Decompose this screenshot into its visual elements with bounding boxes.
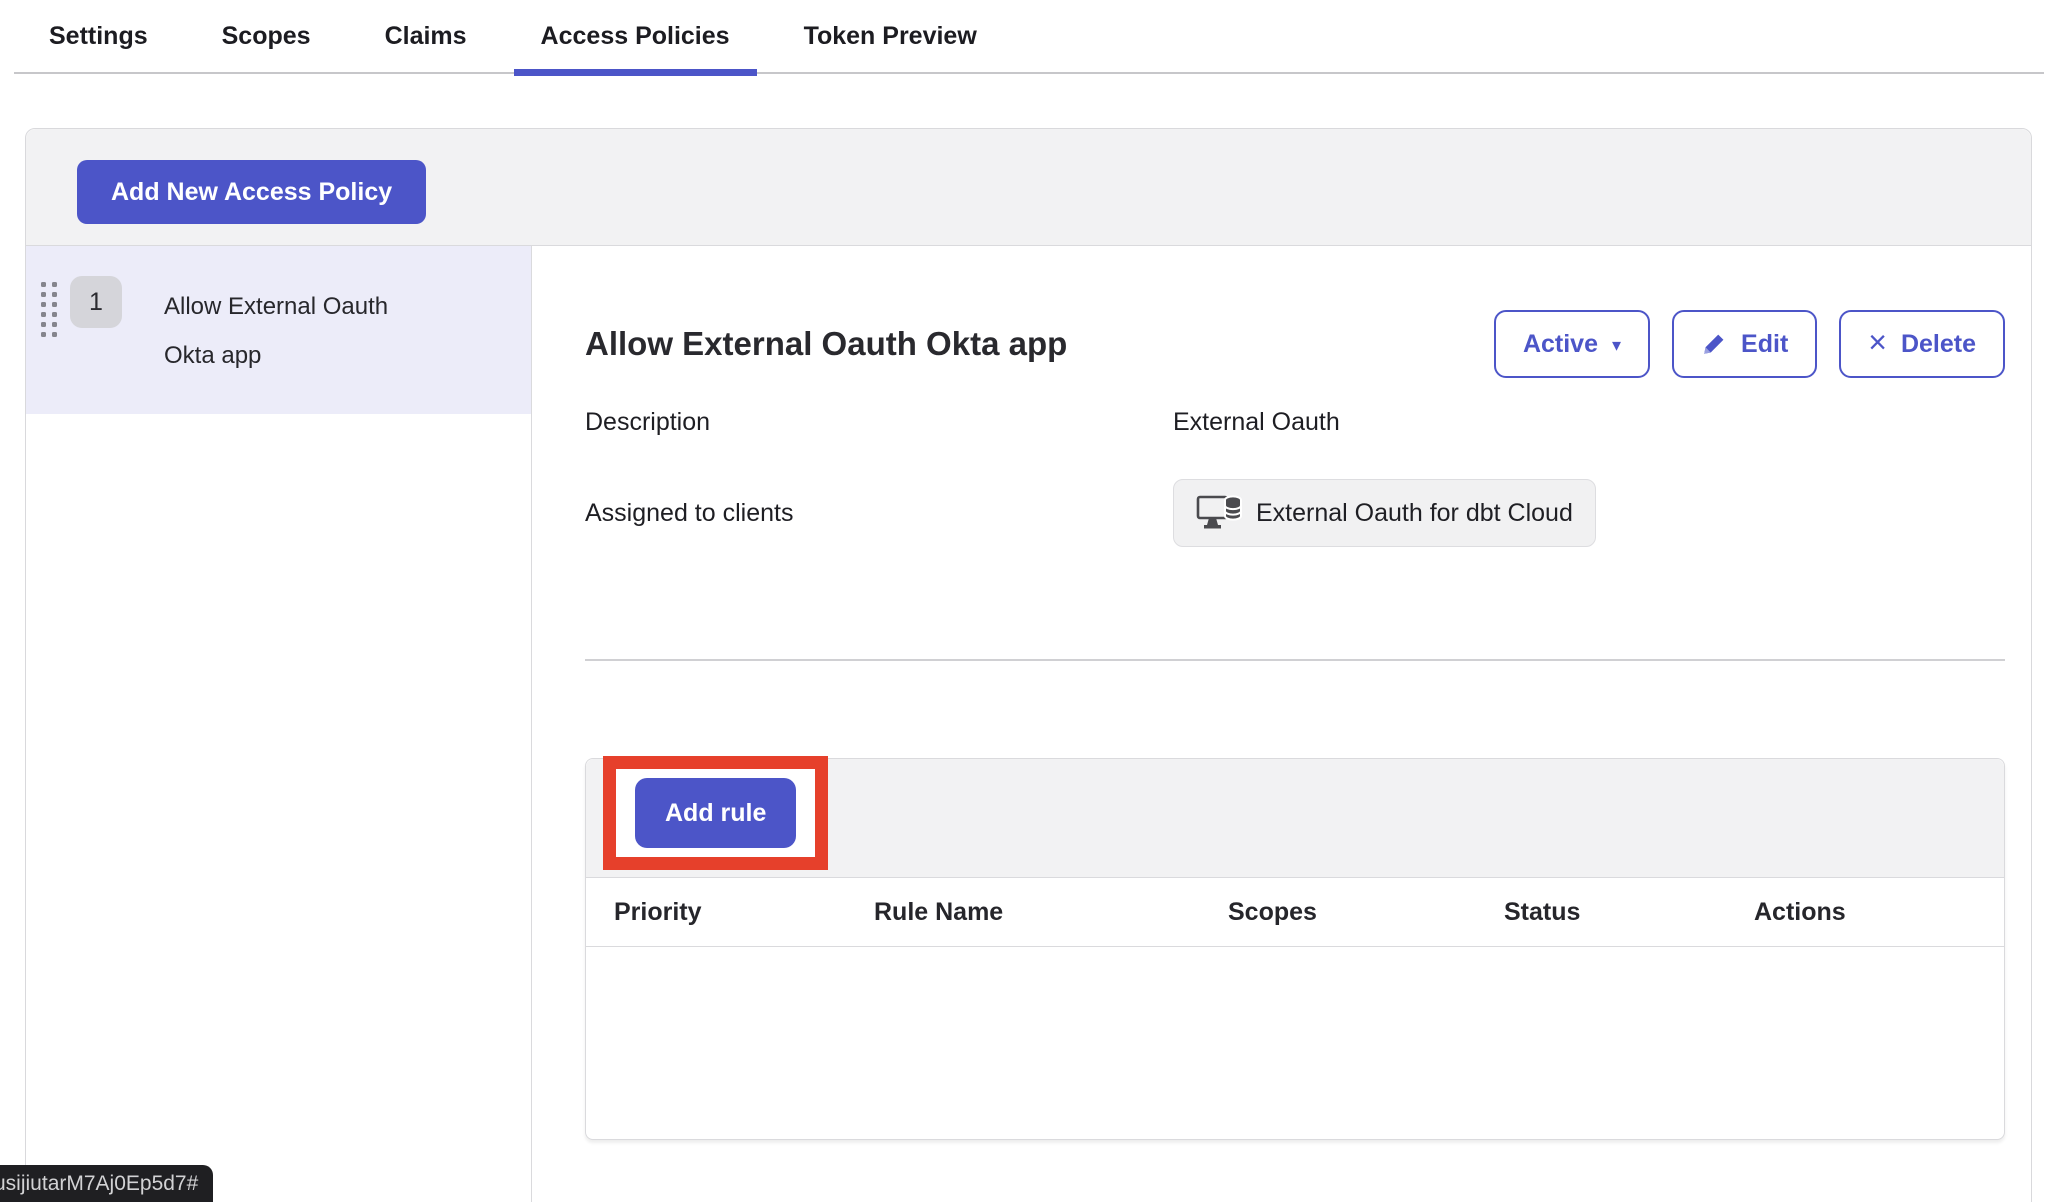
status-dropdown-button[interactable]: Active ▾ (1494, 310, 1650, 378)
drag-handle-icon[interactable] (41, 282, 57, 337)
policies-body: 1 Allow External Oauth Okta app Allow Ex… (26, 246, 2031, 1202)
tab-token-preview[interactable]: Token Preview (777, 0, 1004, 72)
tab-settings[interactable]: Settings (22, 0, 175, 72)
policy-detail-header: Allow External Oauth Okta app Active ▾ E… (585, 310, 2005, 378)
rules-panel: Add rule Priority Rule Name Scopes Statu… (585, 758, 2005, 1140)
rules-toolbar: Add rule (586, 759, 2004, 878)
policies-toolbar: Add New Access Policy (26, 129, 2031, 246)
policy-title: Allow External Oauth Okta app (585, 325, 1067, 363)
tab-access-policies[interactable]: Access Policies (514, 0, 757, 72)
chevron-down-icon: ▾ (1612, 336, 1621, 354)
link-preview-text: usijiutarM7Aj0Ep5d7# (0, 1172, 198, 1196)
policy-fields: Description External Oauth Assigned to c… (585, 408, 2005, 547)
policy-detail: Allow External Oauth Okta app Active ▾ E… (532, 246, 2031, 1202)
description-row: Description External Oauth (585, 408, 2005, 437)
edit-button[interactable]: Edit (1672, 310, 1817, 378)
column-header-scopes: Scopes (1228, 898, 1504, 927)
column-header-priority: Priority (614, 898, 874, 927)
section-divider (585, 659, 2005, 661)
description-label: Description (585, 408, 1173, 437)
client-chip[interactable]: External Oauth for dbt Cloud (1173, 479, 1596, 547)
close-icon: × (1868, 326, 1887, 358)
assigned-clients-row: Assigned to clients External Oauth for d… (585, 479, 2005, 547)
tab-scopes[interactable]: Scopes (195, 0, 338, 72)
rules-table-body (586, 947, 2004, 1139)
delete-button[interactable]: × Delete (1839, 310, 2005, 378)
add-rule-button[interactable]: Add rule (635, 778, 796, 848)
delete-label: Delete (1901, 330, 1976, 359)
column-header-actions: Actions (1754, 898, 2004, 927)
rules-table-header: Priority Rule Name Scopes Status Actions (586, 878, 2004, 947)
tab-claims[interactable]: Claims (358, 0, 494, 72)
column-header-rule-name: Rule Name (874, 898, 1228, 927)
priority-badge: 1 (70, 276, 122, 328)
policy-actions: Active ▾ Edit × Delete (1494, 310, 2005, 378)
access-policies-panel: Add New Access Policy 1 Allow External O… (25, 128, 2032, 1202)
annotation-highlight-box: Add rule (603, 756, 828, 870)
add-new-access-policy-button[interactable]: Add New Access Policy (77, 160, 426, 224)
status-label: Active (1523, 330, 1598, 359)
column-header-status: Status (1504, 898, 1754, 927)
client-chip-label: External Oauth for dbt Cloud (1256, 499, 1573, 528)
edit-label: Edit (1741, 330, 1788, 359)
link-preview-tooltip: usijiutarM7Aj0Ep5d7# (0, 1165, 213, 1202)
monitor-database-icon (1196, 493, 1244, 533)
pencil-icon (1701, 331, 1727, 357)
policy-list-item[interactable]: 1 Allow External Oauth Okta app (26, 246, 531, 414)
tab-bar: Settings Scopes Claims Access Policies T… (14, 0, 2044, 74)
policy-list: 1 Allow External Oauth Okta app (26, 246, 532, 1202)
assigned-clients-label: Assigned to clients (585, 499, 1173, 528)
policy-name: Allow External Oauth Okta app (164, 282, 426, 380)
description-value: External Oauth (1173, 408, 1340, 437)
